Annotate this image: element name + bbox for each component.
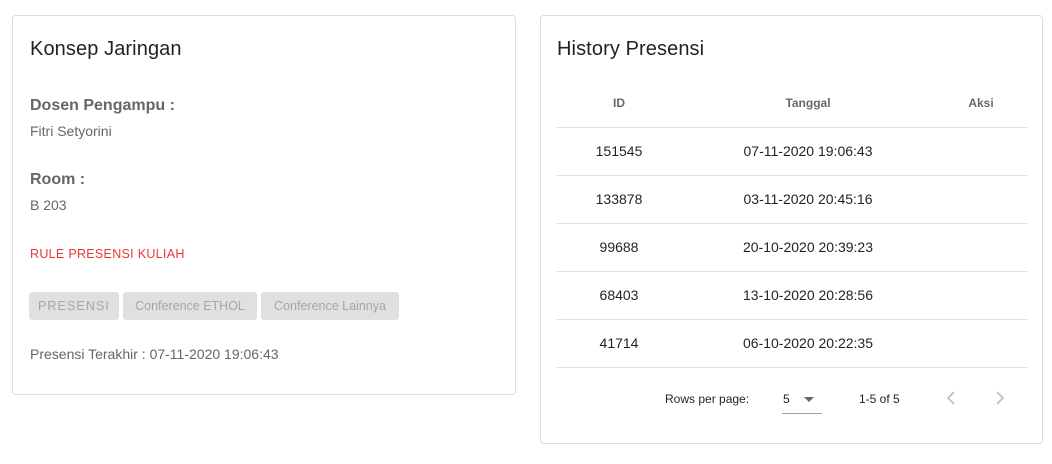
cell-tanggal: 07-11-2020 19:06:43 (743, 143, 873, 159)
cell-tanggal: 13-10-2020 20:28:56 (743, 287, 873, 303)
rows-per-page-value: 5 (783, 392, 790, 406)
column-header-tanggal[interactable]: Tanggal (681, 80, 935, 128)
cell-tanggal: 06-10-2020 20:22:35 (743, 335, 873, 351)
last-presensi-text: Presensi Terakhir : 07-11-2020 19:06:43 (30, 346, 279, 362)
caret-down-icon (804, 397, 814, 402)
action-buttons: PRESENSI Conference ETHOL Conference Lai… (29, 292, 399, 320)
room-label: Room : (30, 171, 86, 188)
cell-id: 68403 (599, 287, 639, 303)
table-footer: Rows per page: 5 1-5 of 5 (541, 383, 1044, 423)
column-header-aksi: Aksi (968, 96, 994, 110)
chevron-left-icon (946, 391, 955, 405)
cell-id: 99688 (599, 239, 639, 255)
cell-aksi (935, 224, 1027, 272)
table-body: 151545 07-11-2020 19:06:43 133878 03-11-… (557, 128, 1027, 368)
table-header: ID Tanggal Aksi (557, 80, 1027, 128)
course-title: Konsep Jaringan (30, 38, 182, 60)
cell-tanggal: 20-10-2020 20:39:23 (743, 239, 873, 255)
table-row: 99688 20-10-2020 20:39:23 (557, 224, 1027, 272)
cell-id: 41714 (599, 335, 639, 351)
cell-aksi (935, 272, 1027, 320)
presensi-button[interactable]: PRESENSI (29, 292, 119, 320)
pagination-range: 1-5 of 5 (859, 392, 900, 406)
conference-ethol-button[interactable]: Conference ETHOL (123, 292, 257, 320)
cell-aksi (935, 320, 1027, 368)
next-page-button[interactable] (988, 386, 1012, 410)
cell-tanggal: 03-11-2020 20:45:16 (743, 191, 873, 207)
cell-id: 133878 (595, 191, 643, 207)
conference-lainnya-button[interactable]: Conference Lainnya (261, 292, 399, 320)
room-value: B 203 (30, 197, 67, 213)
column-header-id[interactable]: ID (557, 80, 681, 128)
cell-aksi (935, 128, 1027, 176)
rule-presensi-link[interactable]: RULE PRESENSI KULIAH (30, 247, 185, 261)
table-row: 68403 13-10-2020 20:28:56 (557, 272, 1027, 320)
table-row: 133878 03-11-2020 20:45:16 (557, 176, 1027, 224)
history-title: History Presensi (557, 38, 705, 60)
table-row: 41714 06-10-2020 20:22:35 (557, 320, 1027, 368)
chevron-right-icon (996, 391, 1005, 405)
cell-aksi (935, 176, 1027, 224)
cell-id: 151545 (595, 143, 643, 159)
course-card: Konsep Jaringan Dosen Pengampu : Fitri S… (12, 15, 516, 395)
rows-per-page-select[interactable]: 5 (782, 383, 822, 414)
prev-page-button[interactable] (939, 386, 963, 410)
dosen-value: Fitri Setyorini (30, 123, 112, 139)
history-card: History Presensi ID Tanggal Aksi 151545 … (540, 15, 1043, 444)
history-table: ID Tanggal Aksi 151545 07-11-2020 19:06:… (557, 80, 1027, 368)
dosen-label: Dosen Pengampu : (30, 97, 175, 114)
table-row: 151545 07-11-2020 19:06:43 (557, 128, 1027, 176)
rows-per-page-label: Rows per page: (665, 392, 750, 406)
